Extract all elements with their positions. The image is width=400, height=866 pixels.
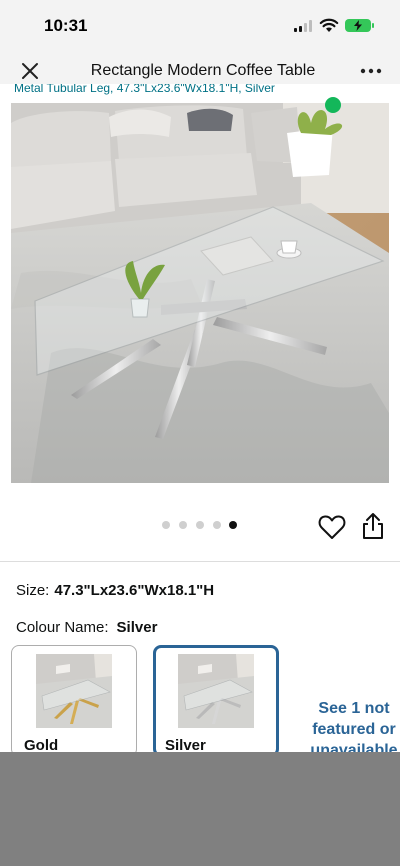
bottom-overlay	[0, 752, 400, 866]
close-icon[interactable]	[18, 59, 42, 83]
size-label: Size:	[16, 582, 50, 599]
carousel-dot[interactable]	[179, 521, 187, 529]
status-time: 10:31	[44, 16, 88, 35]
signal-icon	[294, 20, 314, 32]
size-row: Size: 47.3"Lx23.6"Wx18.1"H	[16, 582, 214, 599]
carousel-dot[interactable]	[162, 521, 170, 529]
colour-label: Colour Name:	[16, 619, 109, 636]
carousel-dot[interactable]	[196, 521, 204, 529]
product-subtitle-strip: Metal Tubular Leg, 47.3"Lx23.6"Wx18.1"H,…	[0, 84, 400, 100]
product-image[interactable]	[11, 103, 389, 483]
heart-outline-icon[interactable]	[318, 514, 346, 540]
battery-tip	[372, 23, 374, 28]
colour-option-gold[interactable]: Gold	[11, 645, 137, 757]
wifi-icon	[319, 18, 339, 32]
status-bar: 10:31	[0, 0, 400, 50]
colour-row: Colour Name: Silver	[16, 619, 157, 636]
green-indicator-dot	[325, 97, 341, 113]
gold-table-thumbnail	[36, 654, 112, 728]
colour-option-silver[interactable]: Silver	[153, 645, 279, 757]
section-divider	[0, 561, 400, 562]
product-subtitle[interactable]: Metal Tubular Leg, 47.3"Lx23.6"Wx18.1"H,…	[14, 84, 275, 95]
size-value: 47.3"Lx23.6"Wx18.1"H	[54, 582, 215, 599]
battery-charging-icon	[345, 19, 371, 32]
page-title: Rectangle Modern Coffee Table	[90, 62, 316, 79]
carousel-dot-active[interactable]	[229, 521, 237, 529]
share-icon[interactable]	[361, 512, 385, 540]
colour-value: Silver	[116, 619, 158, 636]
carousel-dot[interactable]	[213, 521, 221, 529]
silver-table-thumbnail	[178, 654, 254, 728]
more-horizontal-icon[interactable]	[359, 65, 383, 77]
